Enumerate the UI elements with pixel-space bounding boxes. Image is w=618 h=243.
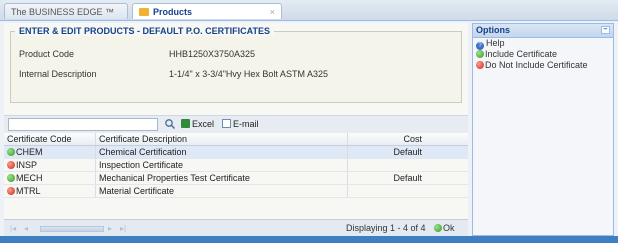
excel-icon xyxy=(181,119,190,128)
paging-display-text: Displaying 1 - 4 of 4 xyxy=(346,223,426,233)
column-header-cost[interactable]: Cost xyxy=(348,133,428,145)
ok-label: Ok xyxy=(443,223,455,233)
included-status-icon xyxy=(7,174,15,182)
tab-products-label: Products xyxy=(153,7,193,17)
option-help[interactable]: ? Help xyxy=(473,38,613,50)
cert-code: CHEM xyxy=(16,147,43,157)
exclude-icon xyxy=(476,61,484,69)
cert-code-cell: MECH xyxy=(4,172,96,184)
table-row[interactable]: CHEM Chemical Certification Default xyxy=(4,146,468,159)
bottom-status-bar xyxy=(0,236,618,243)
email-label: E-mail xyxy=(233,119,259,129)
cert-cost xyxy=(348,159,428,171)
search-icon[interactable] xyxy=(164,118,176,130)
ok-button[interactable]: Ok xyxy=(434,223,455,233)
column-header-code[interactable]: Certificate Code xyxy=(4,133,96,145)
field-label: Product Code xyxy=(19,49,75,59)
option-exclude-label: Do Not Include Certificate xyxy=(485,60,588,70)
table-row[interactable]: MTRL Material Certificate xyxy=(4,185,468,198)
cert-code-cell: INSP xyxy=(4,159,96,171)
excluded-status-icon xyxy=(7,161,15,169)
tab-bar: The BUSINESS EDGE ™ Products × xyxy=(0,0,618,21)
include-icon xyxy=(476,50,484,58)
tab-business-edge-label: The BUSINESS EDGE ™ xyxy=(11,7,115,17)
option-help-label: Help xyxy=(486,38,505,48)
cert-code: MTRL xyxy=(16,186,41,196)
cert-code-cell: MTRL xyxy=(4,185,96,197)
fieldset-title: ENTER & EDIT PRODUCTS - DEFAULT P.O. CER… xyxy=(15,26,275,36)
excluded-status-icon xyxy=(7,187,15,195)
options-panel: Options – ? Help Include Certificate Do N… xyxy=(472,23,614,236)
grid-header: Certificate Code Certificate Description… xyxy=(4,133,468,146)
options-title: Options xyxy=(476,25,510,35)
option-include-certificate[interactable]: Include Certificate xyxy=(473,49,613,60)
excel-label: Excel xyxy=(192,119,215,129)
page-slider[interactable] xyxy=(40,226,104,232)
ok-icon xyxy=(434,224,442,232)
field-value: 1-1/4" x 3-3/4"Hvy Hex Bolt ASTM A325 xyxy=(169,69,328,79)
option-include-label: Include Certificate xyxy=(485,49,558,59)
email-icon xyxy=(222,119,231,128)
first-page-icon[interactable]: |◂ xyxy=(10,224,16,233)
cert-description: Chemical Certification xyxy=(96,146,348,158)
included-status-icon xyxy=(7,148,15,156)
cert-description: Inspection Certificate xyxy=(96,159,348,171)
cert-code-cell: CHEM xyxy=(4,146,96,158)
prev-page-icon[interactable]: ◂ xyxy=(24,224,28,233)
next-page-icon[interactable]: ▸ xyxy=(108,224,112,233)
close-tab-icon[interactable]: × xyxy=(270,4,275,20)
cert-cost: Default xyxy=(393,147,422,157)
email-button[interactable]: E-mail xyxy=(222,119,259,129)
grid-toolbar: Excel E-mail xyxy=(4,115,468,134)
certificates-grid: Certificate Code Certificate Description… xyxy=(4,133,468,198)
tab-products[interactable]: Products × xyxy=(132,3,282,19)
last-page-icon[interactable]: ▸| xyxy=(120,224,126,233)
cert-description: Mechanical Properties Test Certificate xyxy=(96,172,348,184)
table-row[interactable]: INSP Inspection Certificate xyxy=(4,159,468,172)
paging-toolbar: |◂ ◂ ▸ ▸| Displaying 1 - 4 of 4 Ok xyxy=(4,219,468,237)
collapse-icon[interactable]: – xyxy=(601,26,610,34)
cert-code: INSP xyxy=(16,160,38,170)
field-value: HHB1250X3750A325 xyxy=(169,49,256,59)
option-exclude-certificate[interactable]: Do Not Include Certificate xyxy=(473,60,613,71)
options-header[interactable]: Options – xyxy=(473,24,613,38)
cert-cost: Default xyxy=(393,173,422,183)
cert-description: Material Certificate xyxy=(96,185,348,197)
cert-code: MECH xyxy=(16,173,43,183)
product-fieldset: ENTER & EDIT PRODUCTS - DEFAULT P.O. CER… xyxy=(10,26,462,103)
excel-export-button[interactable]: Excel xyxy=(181,119,214,129)
search-input[interactable] xyxy=(8,118,158,131)
folder-icon xyxy=(139,8,149,16)
table-row[interactable]: MECH Mechanical Properties Test Certific… xyxy=(4,172,468,185)
column-header-description[interactable]: Certificate Description xyxy=(96,133,348,145)
main-panel: ENTER & EDIT PRODUCTS - DEFAULT P.O. CER… xyxy=(4,23,468,237)
field-label: Internal Description xyxy=(19,69,97,79)
cert-cost xyxy=(348,185,428,197)
tab-business-edge[interactable]: The BUSINESS EDGE ™ xyxy=(4,3,128,19)
